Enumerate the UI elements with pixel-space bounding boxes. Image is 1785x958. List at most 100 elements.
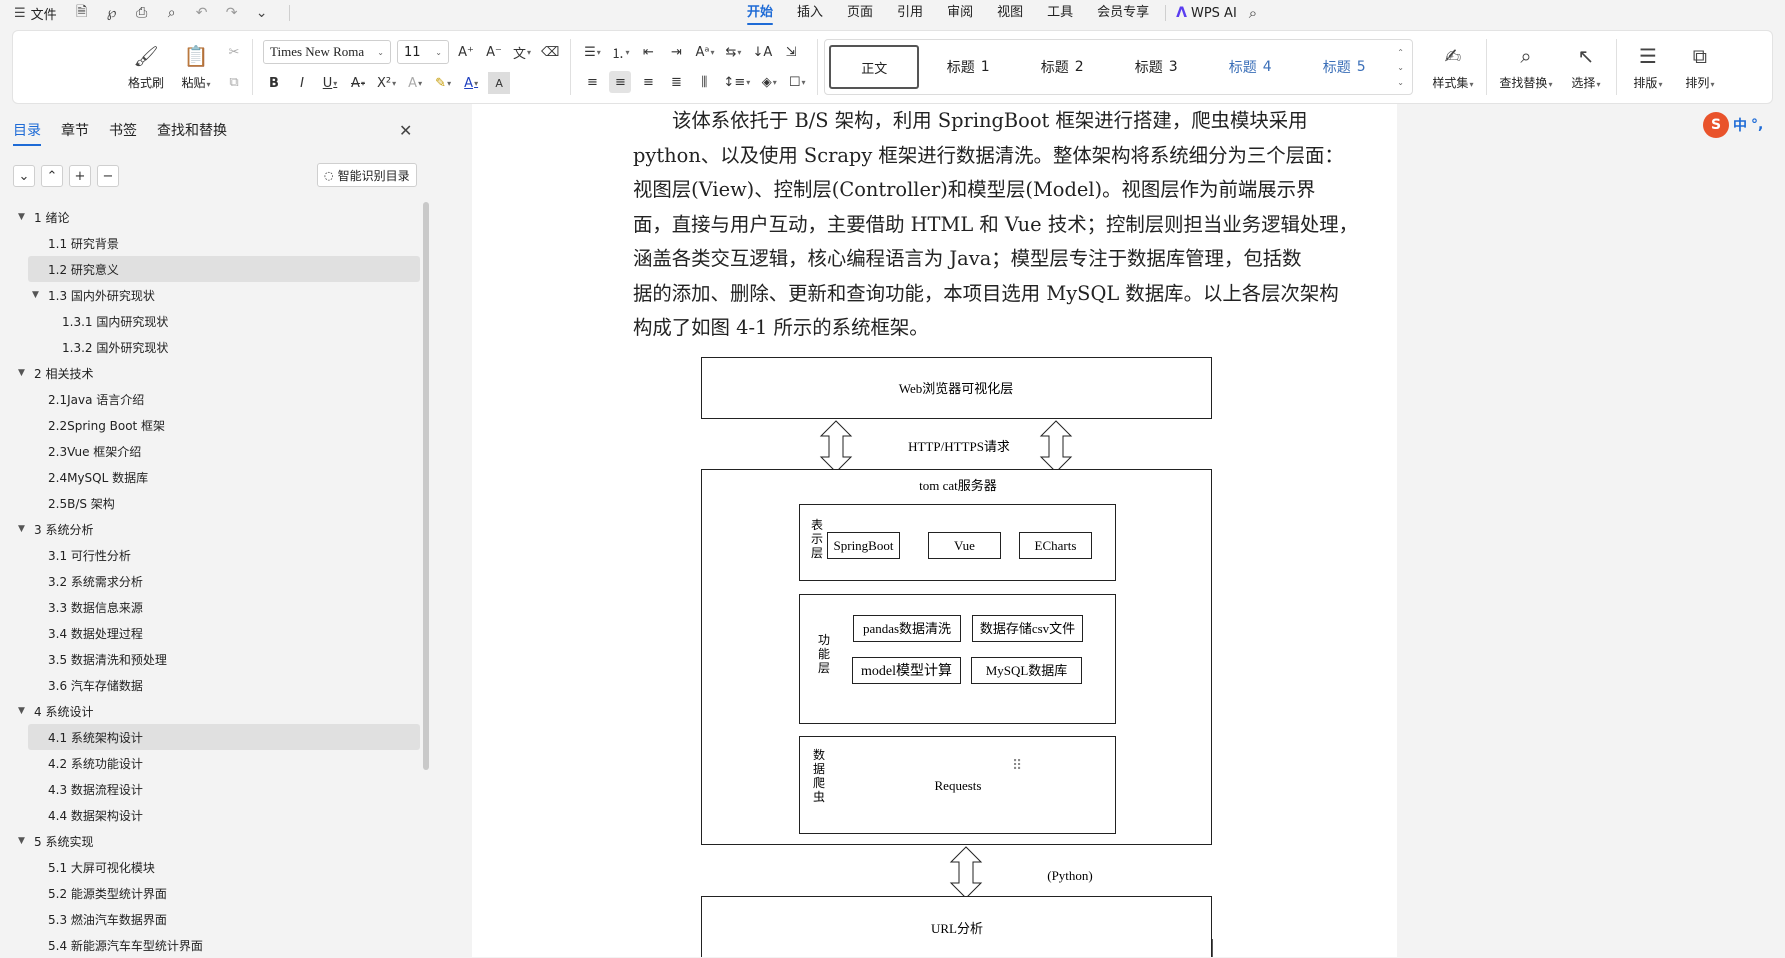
toc-item[interactable]: 1.2 研究意义: [28, 256, 420, 282]
toc-item[interactable]: 5.4 新能源汽车车型统计界面: [28, 932, 420, 958]
toc-item[interactable]: 1.1 研究背景: [28, 230, 420, 256]
sort-icon[interactable]: ↓A: [750, 41, 774, 63]
style-heading-2[interactable]: 标题 2: [1017, 45, 1107, 89]
tab-tools[interactable]: 工具: [1035, 0, 1085, 26]
toc-item[interactable]: 4.3 数据流程设计: [28, 776, 420, 802]
align-right-icon[interactable]: ≡: [637, 71, 659, 93]
save-icon[interactable]: 🗎: [73, 4, 91, 22]
increase-indent-icon[interactable]: ⇥: [665, 41, 687, 63]
toc-item[interactable]: 4.4 数据架构设计: [28, 802, 420, 828]
shrink-font-icon[interactable]: A⁻: [483, 41, 505, 63]
tab-home[interactable]: 开始: [735, 0, 785, 26]
toc-item[interactable]: ▼ 1.3 国内外研究现状: [28, 282, 420, 308]
expand-triangle-icon[interactable]: ▼: [18, 212, 25, 222]
phonetic-guide-icon[interactable]: 文 ▾: [511, 41, 533, 63]
ime-indicator[interactable]: S 中 °,: [1703, 112, 1763, 138]
toc-item[interactable]: ▼ 5 系统实现: [18, 828, 420, 854]
collapse-icon[interactable]: ⌃: [41, 165, 63, 187]
align-left-icon[interactable]: ≡: [581, 71, 603, 93]
document-page[interactable]: 该体系依托于 B/S 架构，利用 SpringBoot 框架进行搭建，爬虫模块采…: [472, 104, 1397, 957]
expand-triangle-icon[interactable]: ▼: [18, 836, 25, 846]
strikethrough-icon[interactable]: A ▾: [347, 72, 369, 94]
toc-item[interactable]: 1.3.2 国外研究现状: [28, 334, 420, 360]
toc-item[interactable]: 2.4MySQL 数据库: [28, 464, 420, 490]
chevron-down-icon[interactable]: ⌄: [253, 4, 271, 22]
text-direction-icon[interactable]: Aᵃ ▾: [693, 41, 716, 63]
char-shading-icon[interactable]: A: [488, 72, 511, 94]
toc-item[interactable]: ▼ 3 系统分析: [18, 516, 420, 542]
tab-find-replace[interactable]: 查找和替换: [157, 120, 227, 146]
file-menu-button[interactable]: ☰ 文件: [14, 4, 57, 23]
toc-scrollbar[interactable]: [423, 202, 429, 770]
border-icon[interactable]: ☐ ▾: [786, 71, 808, 93]
shading-icon[interactable]: ◈ ▾: [758, 71, 780, 93]
toc-item[interactable]: 5.1 大屏可视化模块: [28, 854, 420, 880]
toc-item[interactable]: 3.5 数据清洗和预处理: [28, 646, 420, 672]
tab-insert[interactable]: 插入: [785, 0, 835, 26]
export-pdf-icon[interactable]: ℘: [103, 4, 121, 22]
expand-triangle-icon[interactable]: ▼: [18, 706, 25, 716]
font-color-icon[interactable]: A ▾: [460, 72, 482, 94]
toc-item[interactable]: 5.3 燃油汽车数据界面: [28, 906, 420, 932]
undo-icon[interactable]: ↶: [193, 4, 211, 22]
expand-triangle-icon[interactable]: ▼: [32, 290, 39, 300]
toc-item[interactable]: 4.1 系统架构设计: [28, 724, 420, 750]
toc-item[interactable]: ▼ 2 相关技术: [18, 360, 420, 386]
toc-item[interactable]: 2.2Spring Boot 框架: [28, 412, 420, 438]
find-replace-button[interactable]: ⌕ 查找替换▾: [1495, 31, 1557, 103]
decrease-indent-icon[interactable]: ⇤: [637, 41, 659, 63]
close-icon[interactable]: ✕: [399, 121, 412, 140]
paste-button[interactable]: 📋 粘贴▾: [173, 31, 219, 103]
print-preview-icon[interactable]: ⌕: [163, 4, 181, 22]
style-heading-3[interactable]: 标题 3: [1111, 45, 1201, 89]
drag-handle-icon[interactable]: ⠿: [1012, 758, 1022, 774]
style-gallery-scroll[interactable]: ⌃ ⌄ ⌄: [1393, 48, 1408, 87]
toc-item[interactable]: 4.2 系统功能设计: [28, 750, 420, 776]
tab-toc[interactable]: 目录: [13, 120, 41, 146]
copy-icon[interactable]: ⧉: [223, 71, 245, 93]
toc-item[interactable]: 3.4 数据处理过程: [28, 620, 420, 646]
distribute-icon[interactable]: ⫼: [693, 71, 715, 93]
tab-bookmarks[interactable]: 书签: [109, 120, 137, 146]
tab-chapters[interactable]: 章节: [61, 120, 89, 146]
style-heading-1[interactable]: 标题 1: [923, 45, 1013, 89]
toc-item[interactable]: ▼ 1 绪论: [18, 204, 420, 230]
justify-icon[interactable]: ≣: [665, 71, 687, 93]
tab-page[interactable]: 页面: [835, 0, 885, 26]
tab-references[interactable]: 引用: [885, 0, 935, 26]
smart-toc-button[interactable]: ◌ 智能识别目录: [317, 163, 417, 187]
tab-view[interactable]: 视图: [985, 0, 1035, 26]
style-heading-4[interactable]: 标题 4: [1205, 45, 1295, 89]
layout-button[interactable]: ☰ 排版▾: [1625, 31, 1671, 103]
search-icon[interactable]: ⌕: [1249, 4, 1257, 22]
toc-item[interactable]: 3.1 可行性分析: [28, 542, 420, 568]
tab-member[interactable]: 会员专享: [1085, 0, 1161, 26]
toc-item[interactable]: 3.2 系统需求分析: [28, 568, 420, 594]
arrange-button[interactable]: ⧉ 排列▾: [1677, 31, 1723, 103]
highlight-icon[interactable]: ✎ ▾: [432, 72, 454, 94]
add-heading-icon[interactable]: +: [69, 165, 91, 187]
toc-item[interactable]: 5.2 能源类型统计界面: [28, 880, 420, 906]
underline-icon[interactable]: U ▾: [319, 72, 341, 94]
cut-icon[interactable]: ✂: [223, 41, 245, 63]
bullet-list-icon[interactable]: ☰ ▾: [581, 41, 603, 63]
format-painter-button[interactable]: 🖌 格式刷: [123, 31, 169, 103]
toc-item[interactable]: ▼ 4 系统设计: [18, 698, 420, 724]
font-size-select[interactable]: 11 ⌄: [397, 40, 449, 64]
italic-icon[interactable]: I: [291, 72, 313, 94]
align-center-icon[interactable]: ≡: [609, 71, 632, 93]
bold-icon[interactable]: B: [263, 72, 285, 94]
expand-all-icon[interactable]: ⌄: [13, 165, 35, 187]
text-effect-icon[interactable]: A ▾: [404, 72, 426, 94]
wps-ai-button[interactable]: Ʌ WPS AI: [1176, 5, 1237, 21]
style-set-button[interactable]: ✍ 样式集▾: [1427, 31, 1479, 103]
toc-item[interactable]: 3.3 数据信息来源: [28, 594, 420, 620]
expand-triangle-icon[interactable]: ▼: [18, 524, 25, 534]
superscript-icon[interactable]: X² ▾: [375, 72, 398, 94]
remove-heading-icon[interactable]: −: [97, 165, 119, 187]
line-break-icon[interactable]: ⇆ ▾: [722, 41, 744, 63]
toc-item[interactable]: 2.5B/S 架构: [28, 490, 420, 516]
line-spacing-icon[interactable]: ↕≡ ▾: [721, 71, 752, 93]
expand-triangle-icon[interactable]: ▼: [18, 368, 25, 378]
numbered-list-icon[interactable]: ⒈ ▾: [609, 41, 631, 63]
